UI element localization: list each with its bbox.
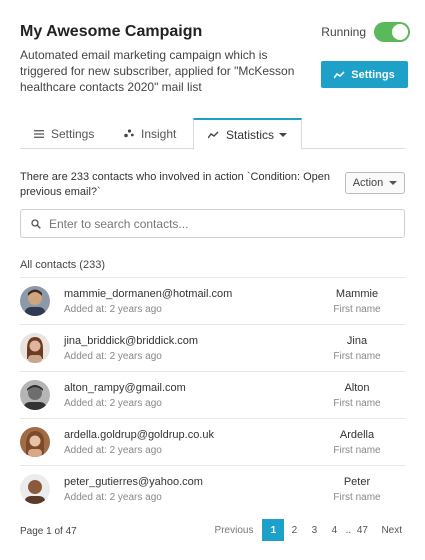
page-title: My Awesome Campaign: [20, 23, 203, 40]
page-button-2[interactable]: 2: [284, 519, 304, 541]
search-input[interactable]: [49, 216, 379, 231]
contact-row[interactable]: ardella.goldrup@goldrup.co.uk Added at: …: [20, 418, 405, 465]
contact-row[interactable]: jina_briddick@briddick.com Added at: 2 y…: [20, 324, 405, 371]
settings-button[interactable]: Settings: [321, 61, 408, 88]
contact-row[interactable]: peter_gutierres@yahoo.com Added at: 2 ye…: [20, 465, 405, 512]
contact-email: mammie_dormanen@hotmail.com: [64, 288, 233, 300]
avatar: [20, 380, 50, 410]
search-box[interactable]: [20, 209, 405, 238]
contact-added: Added at: 2 years ago: [64, 492, 162, 503]
previous-page-button[interactable]: Previous: [212, 519, 257, 541]
avatar: [20, 427, 50, 457]
contact-email: alton_rampy@gmail.com: [64, 382, 186, 394]
contact-first-name: Mammie: [335, 288, 379, 300]
page-button-3[interactable]: 3: [304, 519, 324, 541]
contact-first-name: Alton: [344, 382, 370, 394]
pagination: Previous 1 2 3 4 .. 47 Next: [212, 519, 405, 541]
chevron-down-icon: [279, 132, 288, 137]
tab-settings[interactable]: Settings: [20, 118, 108, 149]
pagination-info: Page 1 of 47: [20, 526, 77, 537]
chart-line-icon: [208, 131, 219, 138]
contacts-list: mammie_dormanen@hotmail.com Added at: 2 …: [20, 277, 405, 512]
tab-bar: Settings Insight Statistics: [20, 118, 405, 150]
contacts-heading: All contacts (233): [20, 259, 105, 271]
contact-email: peter_gutierres@yahoo.com: [64, 476, 203, 488]
contact-first-name: Jina: [346, 335, 368, 347]
page-button-4[interactable]: 4: [324, 519, 344, 541]
page-button-1[interactable]: 1: [262, 519, 285, 541]
first-name-label: First name: [333, 304, 381, 315]
contact-row[interactable]: alton_rampy@gmail.com Added at: 2 years …: [20, 371, 405, 418]
contact-added: Added at: 2 years ago: [64, 351, 162, 362]
contact-email: jina_briddick@briddick.com: [64, 335, 199, 347]
tab-insight-label: Insight: [141, 126, 177, 141]
contact-added: Added at: 2 years ago: [64, 445, 162, 456]
page-button-47[interactable]: 47: [352, 519, 372, 541]
first-name-label: First name: [333, 445, 381, 456]
contact-first-name: Peter: [343, 476, 371, 488]
tab-insight[interactable]: Insight: [110, 118, 190, 149]
search-icon: [31, 218, 41, 229]
avatar: [20, 333, 50, 363]
scatter-icon: [124, 129, 134, 138]
settings-button-label: Settings: [351, 68, 395, 81]
tab-statistics-label: Statistics: [226, 127, 275, 142]
stats-info-text: There are 233 contacts who involved in a…: [20, 171, 331, 198]
contact-added: Added at: 2 years ago: [64, 304, 162, 315]
first-name-label: First name: [333, 492, 381, 503]
avatar: [20, 474, 50, 504]
running-label: Running: [321, 25, 366, 39]
page-ellipsis: ..: [345, 524, 352, 536]
action-dropdown-button[interactable]: Action: [345, 172, 405, 194]
chevron-down-icon: [389, 181, 398, 185]
contact-first-name: Ardella: [339, 429, 375, 441]
contact-email: ardella.goldrup@goldrup.co.uk: [64, 429, 214, 441]
running-toggle[interactable]: [374, 22, 410, 42]
avatar: [20, 286, 50, 316]
chart-line-icon: [334, 70, 345, 78]
contact-added: Added at: 2 years ago: [64, 398, 162, 409]
contact-row[interactable]: mammie_dormanen@hotmail.com Added at: 2 …: [20, 277, 405, 324]
first-name-label: First name: [333, 351, 381, 362]
tab-statistics[interactable]: Statistics: [193, 118, 303, 150]
tab-settings-label: Settings: [51, 126, 95, 141]
running-status: Running: [321, 22, 410, 42]
action-button-label: Action: [352, 177, 384, 189]
next-page-button[interactable]: Next: [378, 519, 405, 541]
first-name-label: First name: [333, 398, 381, 409]
campaign-description: Automated email marketing campaign which…: [20, 48, 295, 94]
toggle-knob: [392, 24, 408, 40]
list-icon: [34, 129, 44, 138]
